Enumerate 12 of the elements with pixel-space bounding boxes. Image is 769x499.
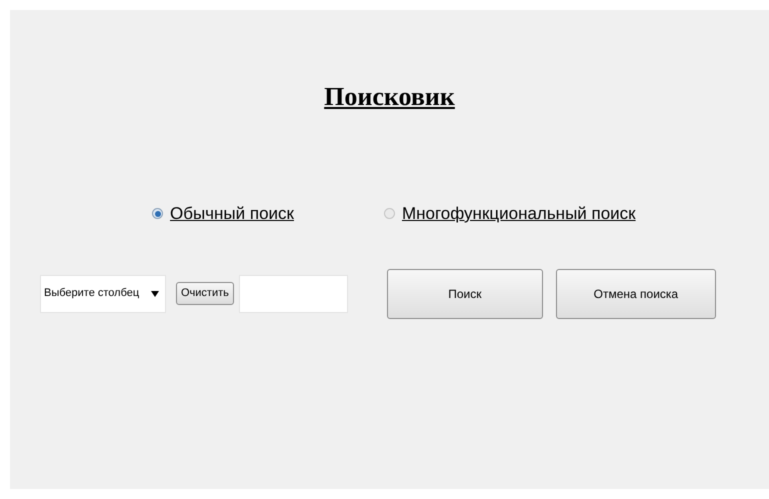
radio-label[interactable]: Обычный поиск	[170, 201, 294, 226]
radio-button[interactable]	[384, 208, 395, 220]
search-button[interactable]: Поиск	[386, 268, 543, 318]
radio-button[interactable]	[152, 208, 163, 220]
radio-label[interactable]: Многофункциональный поиск	[402, 201, 636, 226]
page-title: Поисковик	[324, 81, 455, 113]
dropdown-arrow-icon	[151, 290, 159, 296]
column-dropdown[interactable]: Выберите столбец	[40, 274, 166, 312]
search-input-field[interactable]	[238, 274, 348, 312]
dropdown-value: Выберите столбец	[44, 286, 140, 302]
cancel-search-button[interactable]: Отмена поиска	[556, 268, 716, 318]
clear-button[interactable]: Очистить	[176, 282, 234, 305]
